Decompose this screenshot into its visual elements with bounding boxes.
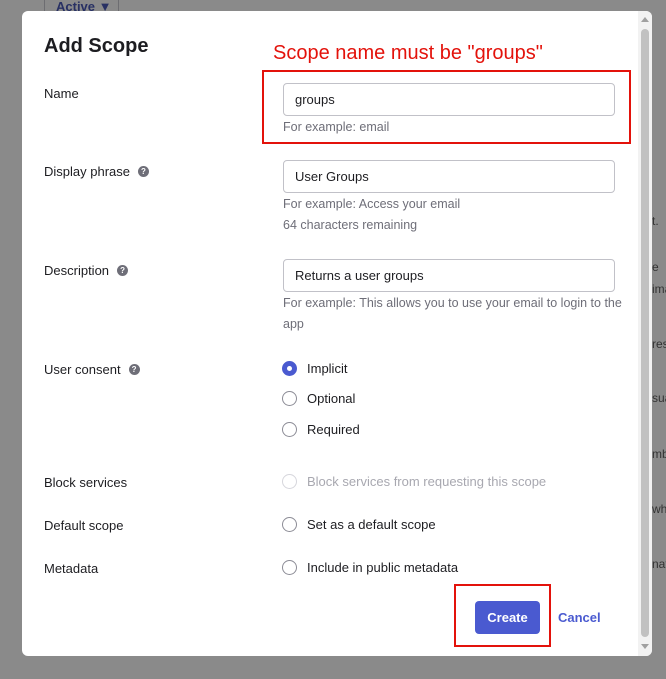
radio-icon[interactable]	[282, 422, 297, 437]
name-input[interactable]	[283, 83, 615, 116]
consent-option-required[interactable]: Required	[282, 422, 360, 437]
scroll-thumb[interactable]	[641, 29, 649, 637]
question-circle-icon[interactable]: ?	[128, 364, 140, 375]
cancel-button[interactable]: Cancel	[558, 601, 601, 634]
default-scope-checkbox[interactable]: Set as a default scope	[282, 517, 436, 532]
block-services-checkbox: Block services from requesting this scop…	[282, 474, 546, 489]
question-circle-icon[interactable]: ?	[117, 265, 129, 276]
background-text-fragment: mb	[652, 447, 666, 461]
block-services-label: Block services	[44, 475, 128, 490]
option-label: Optional	[307, 391, 356, 406]
background-text-fragment: nat	[652, 557, 666, 571]
background-text-fragment: t.	[652, 214, 659, 228]
user-consent-label: User consent ?	[44, 362, 140, 377]
metadata-label: Metadata	[44, 561, 99, 576]
display-phrase-input[interactable]	[283, 160, 615, 193]
question-circle-icon[interactable]: ?	[138, 166, 149, 177]
option-label: Block services from requesting this scop…	[307, 474, 547, 489]
characters-remaining: 64 characters remaining	[283, 218, 418, 232]
background-text-fragment: ima	[652, 282, 666, 296]
default-scope-label: Default scope	[44, 518, 124, 533]
checkbox-icon	[282, 474, 297, 489]
name-hint: For example: email	[283, 120, 390, 134]
radio-selected-icon[interactable]	[282, 361, 297, 376]
scroll-up-icon[interactable]	[641, 17, 649, 22]
checkbox-icon[interactable]	[282, 517, 297, 532]
add-scope-dialog: Add Scope Scope name must be "groups" Na…	[22, 11, 652, 656]
display-phrase-label: Display phrase ?	[44, 164, 149, 179]
dialog-title: Add Scope	[44, 35, 149, 57]
scroll-down-icon[interactable]	[641, 644, 649, 649]
option-label: Set as a default scope	[307, 517, 436, 532]
background-text-fragment: res	[652, 337, 666, 351]
option-label: Include in public metadata	[307, 560, 459, 575]
background-text-fragment: sua	[652, 391, 666, 405]
radio-icon[interactable]	[282, 391, 297, 406]
description-hint: For example: This allows you to use your…	[283, 296, 622, 331]
background-text-fragment: wh	[652, 502, 666, 516]
description-input[interactable]	[283, 259, 615, 292]
consent-option-optional[interactable]: Optional	[282, 391, 355, 406]
consent-option-implicit[interactable]: Implicit	[282, 361, 347, 376]
public-metadata-checkbox[interactable]: Include in public metadata	[282, 560, 458, 575]
annotation-note: Scope name must be "groups"	[273, 42, 543, 64]
option-label: Required	[307, 422, 360, 437]
display-phrase-hint: For example: Access your email	[283, 197, 461, 211]
background-text-fragment: e	[652, 260, 659, 274]
dialog-scrollbar[interactable]	[638, 11, 652, 656]
name-label: Name	[44, 86, 79, 101]
create-button[interactable]: Create	[475, 601, 540, 634]
option-label: Implicit	[307, 361, 348, 376]
checkbox-icon[interactable]	[282, 560, 297, 575]
description-label: Description ?	[44, 263, 129, 278]
